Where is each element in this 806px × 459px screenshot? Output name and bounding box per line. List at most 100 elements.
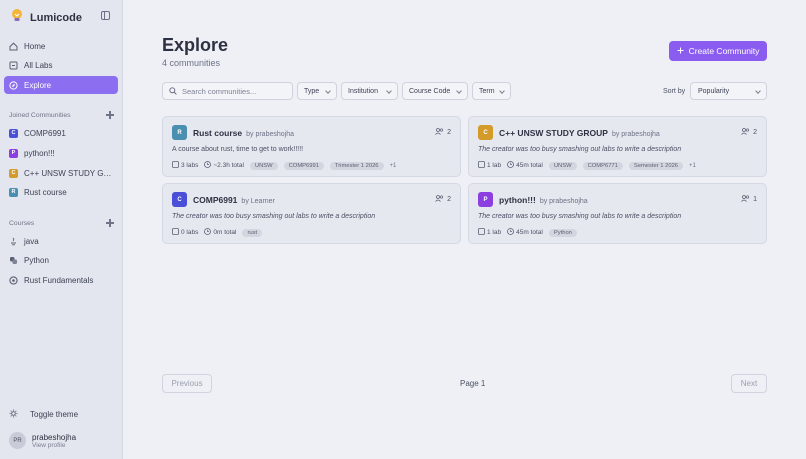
joined-item-label: Rust course bbox=[24, 187, 67, 197]
chevron-down-icon bbox=[325, 88, 331, 94]
filter-label: Term bbox=[479, 87, 495, 95]
joined-item-comp6991[interactable]: C COMP6991 bbox=[4, 124, 118, 142]
labs-count: 3 labs bbox=[172, 161, 198, 170]
add-community-icon[interactable] bbox=[106, 111, 114, 119]
next-page-button[interactable]: Next bbox=[731, 374, 767, 393]
tag: Trimester 1 2026 bbox=[329, 161, 384, 170]
create-community-button[interactable]: Create Community bbox=[669, 41, 767, 61]
avatar: PR bbox=[9, 432, 26, 449]
compass-icon bbox=[9, 80, 18, 90]
card-title: Rust course by prabeshojha bbox=[193, 128, 294, 138]
tag: UNSW bbox=[249, 161, 278, 170]
community-badge: C bbox=[172, 192, 187, 207]
card-title: python!!! by prabeshojha bbox=[499, 195, 588, 205]
member-count-value: 2 bbox=[447, 196, 451, 203]
labs-count: 1 lab bbox=[478, 161, 501, 170]
page-indicator: Page 1 bbox=[460, 379, 486, 388]
labs-count-value: 1 lab bbox=[487, 162, 502, 169]
more-tags: +1 bbox=[389, 162, 397, 169]
card-meta: 1 lab 45m total Python bbox=[478, 228, 577, 237]
community-badge: C bbox=[9, 128, 18, 138]
time-total: 45m total bbox=[507, 228, 543, 237]
add-course-icon[interactable] bbox=[106, 219, 114, 227]
card-author: by prabeshojha bbox=[246, 131, 294, 138]
search-input[interactable] bbox=[182, 86, 282, 96]
course-item-rust-fundamentals[interactable]: Rust Fundamentals bbox=[4, 271, 118, 289]
clock-icon bbox=[204, 228, 212, 237]
community-badge: P bbox=[478, 192, 493, 207]
brand[interactable]: Lumicode bbox=[10, 8, 82, 28]
filter-institution[interactable]: Institution bbox=[341, 82, 398, 100]
course-item-python[interactable]: Python bbox=[4, 251, 118, 269]
nav-item-home[interactable]: Home bbox=[4, 37, 118, 55]
nav-label: Home bbox=[24, 41, 46, 51]
time-total-value: ~2.3h total bbox=[213, 162, 244, 169]
community-card-cpp-unsw[interactable]: C C++ UNSW STUDY GROUP by prabeshojha 2 T… bbox=[468, 116, 767, 177]
nav-label: All Labs bbox=[24, 60, 53, 70]
nav-item-explore[interactable]: Explore bbox=[4, 76, 118, 94]
users-icon bbox=[435, 128, 444, 137]
course-label: Python bbox=[24, 255, 49, 265]
home-icon bbox=[9, 42, 18, 51]
card-author: by prabeshojha bbox=[611, 131, 660, 138]
chevron-down-icon bbox=[755, 88, 761, 94]
member-count-value: 2 bbox=[447, 129, 451, 136]
python-icon bbox=[9, 256, 18, 265]
labs-count-value: 0 labs bbox=[181, 229, 199, 236]
course-item-java[interactable]: java bbox=[4, 232, 118, 250]
card-title: C++ UNSW STUDY GROUP by prabeshojha bbox=[499, 128, 660, 138]
toggle-theme-label: Toggle theme bbox=[30, 410, 79, 419]
sort-select[interactable]: Popularity bbox=[690, 82, 767, 100]
user-profile[interactable]: PR prabeshojha View profile bbox=[9, 432, 76, 449]
rust-icon bbox=[9, 275, 18, 285]
nav-item-all-labs[interactable]: All Labs bbox=[4, 56, 118, 74]
community-count: 4 communities bbox=[162, 58, 221, 68]
page-title: Explore bbox=[162, 35, 229, 55]
filter-label: Course Code bbox=[409, 87, 451, 95]
filter-type[interactable]: Type bbox=[297, 82, 337, 100]
filter-label: Institution bbox=[348, 87, 378, 95]
sun-icon bbox=[9, 409, 18, 420]
joined-item-python[interactable]: P python!!! bbox=[4, 144, 118, 162]
more-tags: +1 bbox=[689, 162, 696, 169]
joined-item-label: C++ UNSW STUDY GROUP bbox=[24, 168, 116, 178]
labs-icon bbox=[9, 61, 18, 70]
brand-name: Lumicode bbox=[30, 12, 82, 24]
card-description: The creator was too busy smashing out la… bbox=[478, 213, 682, 220]
toggle-theme-button[interactable]: Toggle theme bbox=[9, 409, 78, 420]
time-total-value: 45m total bbox=[516, 229, 543, 236]
sidebar: Lumicode Home All Labs Explore Joined Co… bbox=[0, 0, 123, 459]
card-author: by Learner bbox=[241, 198, 275, 205]
labs-icon bbox=[172, 161, 179, 170]
member-count: 2 bbox=[741, 128, 757, 137]
community-card-python[interactable]: P python!!! by prabeshojha 1 The creator … bbox=[468, 183, 767, 244]
community-card-rust-course[interactable]: R Rust course by prabeshojha 2 A course a… bbox=[162, 116, 461, 177]
card-meta: 3 labs ~2.3h total UNSW COMP6991 Trimest… bbox=[172, 161, 396, 170]
filter-term[interactable]: Term bbox=[472, 82, 511, 100]
labs-count: 1 lab bbox=[478, 228, 501, 237]
card-title-text: COMP6991 bbox=[193, 195, 238, 205]
joined-item-rust-course[interactable]: R Rust course bbox=[4, 183, 118, 201]
filter-course-code[interactable]: Course Code bbox=[402, 82, 468, 100]
time-total: ~2.3h total bbox=[204, 161, 244, 170]
users-icon bbox=[435, 195, 444, 204]
tag: UNSW bbox=[548, 161, 577, 170]
labs-icon bbox=[172, 228, 179, 237]
community-badge: R bbox=[9, 187, 18, 197]
chevron-down-icon bbox=[456, 88, 462, 94]
view-profile-link[interactable]: View profile bbox=[32, 442, 76, 449]
search-box bbox=[162, 82, 293, 100]
tag: Python bbox=[548, 228, 577, 237]
user-name: prabeshojha bbox=[32, 432, 77, 442]
filter-label: Type bbox=[304, 87, 320, 95]
lightbulb-logo-icon bbox=[10, 8, 24, 28]
card-title-text: python!!! bbox=[499, 195, 536, 205]
previous-page-button[interactable]: Previous bbox=[162, 374, 212, 393]
sidebar-collapse-icon[interactable] bbox=[101, 11, 110, 20]
community-card-comp6991[interactable]: C COMP6991 by Learner 2 The creator was t… bbox=[162, 183, 461, 244]
users-icon bbox=[741, 195, 750, 204]
clock-icon bbox=[204, 161, 212, 170]
joined-item-cpp-unsw[interactable]: C C++ UNSW STUDY GROUP bbox=[4, 164, 118, 182]
labs-count-value: 3 labs bbox=[181, 162, 199, 169]
java-icon bbox=[9, 237, 18, 246]
